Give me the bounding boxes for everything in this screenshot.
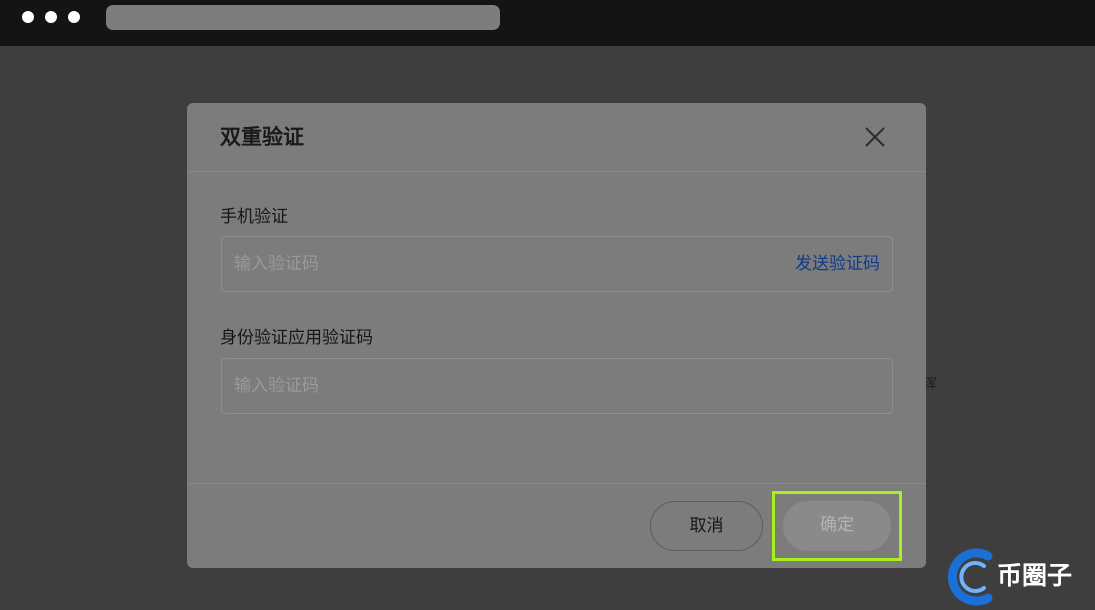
address-bar[interactable] (106, 5, 500, 30)
watermark-text: 币圈子 (997, 561, 1073, 590)
cancel-button[interactable]: 取消 (650, 501, 763, 551)
window-dot-icon[interactable] (45, 11, 57, 23)
window-dot-icon[interactable] (68, 11, 80, 23)
watermark-logo: 币圈子 (944, 548, 1092, 606)
phone-code-field: 发送验证码 (221, 236, 893, 292)
watermark-logo-icon (947, 548, 993, 606)
authenticator-code-field (221, 358, 893, 414)
dialog-title: 双重验证 (220, 125, 304, 149)
authenticator-code-input[interactable] (222, 359, 762, 413)
dialog-footer: 取消 确定 (187, 483, 926, 568)
phone-verification-label: 手机验证 (220, 207, 288, 227)
phone-code-input[interactable] (222, 237, 762, 291)
browser-titlebar (0, 0, 1095, 46)
authenticator-code-label: 身份验证应用验证码 (220, 328, 373, 348)
dialog-header: 双重验证 (187, 103, 926, 172)
two-factor-dialog: 双重验证 手机验证 发送验证码 身份验证应用验证码 取消 确定 (187, 103, 926, 568)
window-dot-icon[interactable] (22, 11, 34, 23)
confirm-highlight-box: 确定 (772, 491, 902, 561)
close-icon[interactable] (863, 125, 887, 149)
confirm-button[interactable]: 确定 (783, 501, 891, 551)
send-code-link[interactable]: 发送验证码 (795, 252, 880, 276)
